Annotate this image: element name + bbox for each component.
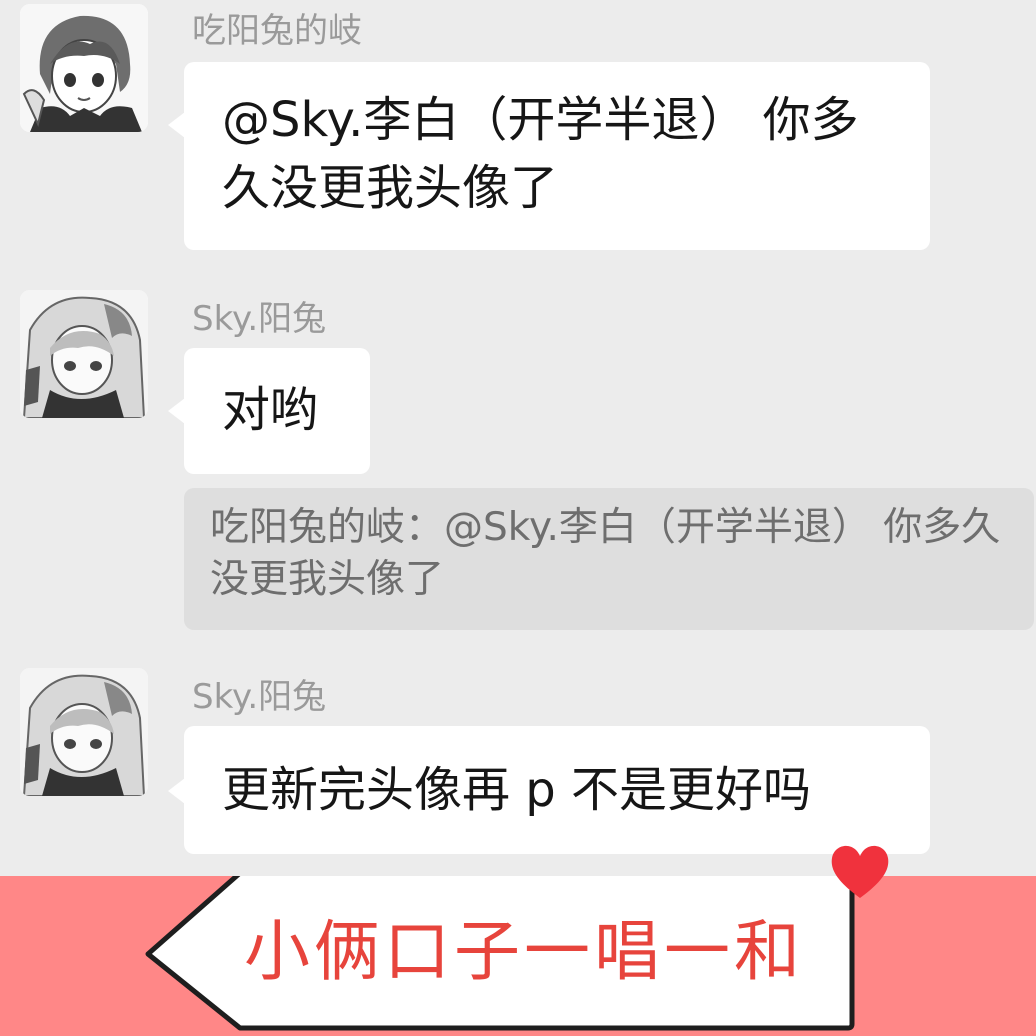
avatar-sky[interactable]: [20, 290, 148, 418]
message-bubble[interactable]: 对哟: [168, 348, 370, 474]
sender-name: 吃阳兔的岐: [192, 11, 362, 51]
message-bubble[interactable]: 更新完头像再 p 不是更好吗: [168, 726, 930, 854]
message-bubble[interactable]: @Sky.李白（开学半退） 你多久没更我头像了: [168, 62, 930, 250]
heart-icon: [831, 845, 889, 898]
message-text: 更新完头像再 p 不是更好吗: [222, 762, 811, 818]
avatar-anime-hooded-icon: [20, 668, 148, 796]
quoted-text: 吃阳兔的岐：@Sky.李白（开学半退） 你多久没更我头像了: [210, 505, 1001, 602]
caption-text: 小俩口子一唱一和: [244, 913, 804, 990]
avatar-anime-boy-icon: [20, 4, 148, 132]
sender-name: Sky.阳兔: [192, 299, 327, 339]
message-text: @Sky.李白（开学半退） 你多久没更我头像了: [222, 92, 859, 216]
avatar-sky[interactable]: [20, 668, 148, 796]
avatar-anime-hooded-icon: [20, 290, 148, 418]
avatar-qi[interactable]: [20, 4, 148, 132]
quoted-reply[interactable]: 吃阳兔的岐：@Sky.李白（开学半退） 你多久没更我头像了: [184, 488, 1034, 630]
sender-name: Sky.阳兔: [192, 677, 327, 717]
message-text: 对哟: [222, 382, 319, 438]
